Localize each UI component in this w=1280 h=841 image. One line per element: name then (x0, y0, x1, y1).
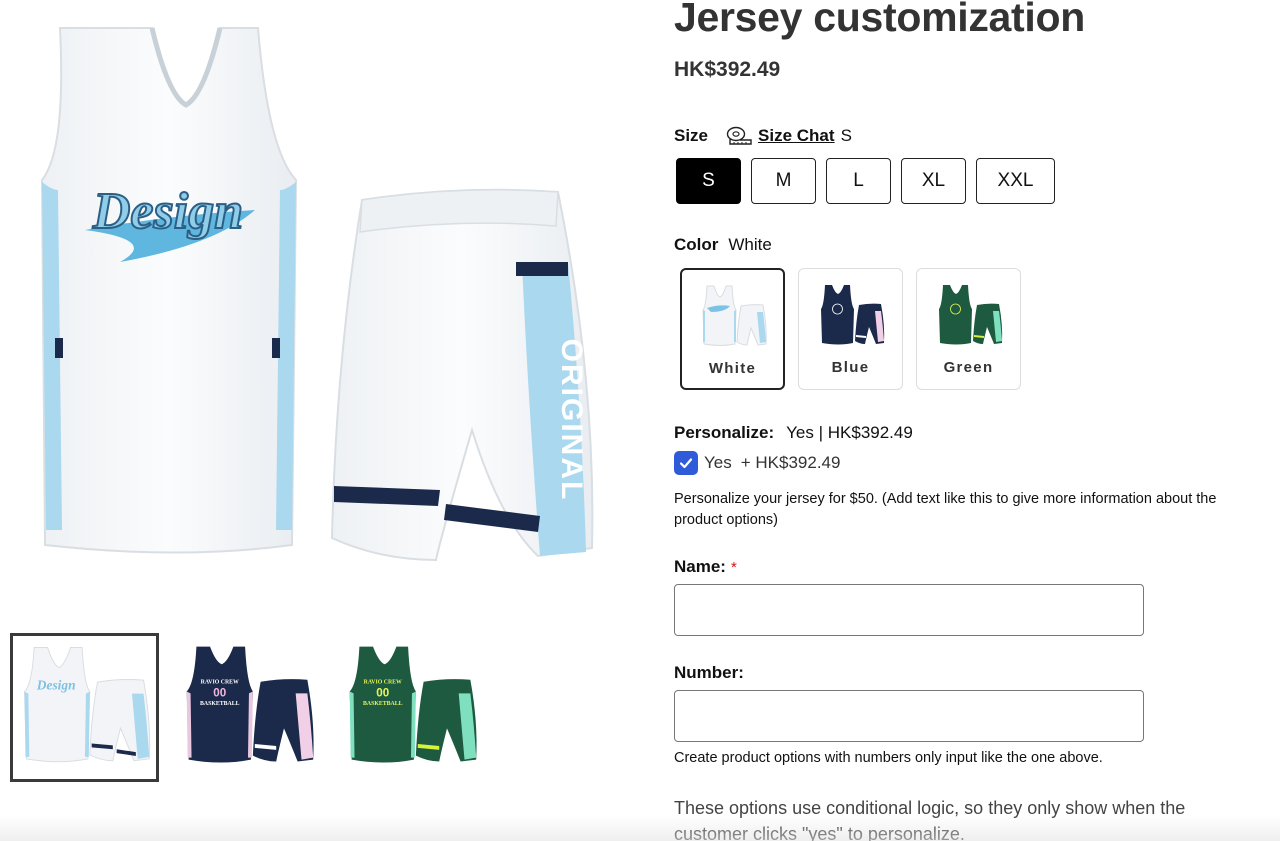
color-option-blue[interactable]: Blue (798, 268, 903, 390)
personalize-yes-option[interactable]: Yes + HK$392.49 (674, 451, 840, 475)
size-option-xl[interactable]: XL (901, 158, 966, 204)
thumbnail-green-image: RAVIO CREW 00 BASKETBALL (349, 646, 477, 763)
color-header: Color White (674, 235, 772, 255)
shorts-original-text: ORIGINAL (555, 339, 588, 502)
color-green-image (938, 285, 1002, 345)
size-option-l[interactable]: L (826, 158, 891, 204)
thumbnail-white-image: Design (24, 647, 151, 763)
color-white-image (701, 285, 767, 346)
thumbnail-blue-image: RAVIO CREW 00 BASKETBALL (186, 646, 314, 763)
personalize-label: Personalize: (674, 423, 775, 442)
size-chart-link[interactable]: Size Chat (758, 126, 835, 146)
size-option-s[interactable]: S (676, 158, 741, 204)
name-input[interactable] (674, 584, 1144, 636)
size-options: S M L XL XXL (676, 158, 1055, 204)
thumbnail-white[interactable]: Design (10, 633, 159, 782)
conditional-logic-note: These options use conditional logic, so … (674, 798, 1186, 841)
color-option-white[interactable]: White (680, 268, 785, 390)
tape-measure-icon (726, 126, 752, 145)
thumb-blue-number: 00 (213, 686, 226, 699)
size-label: Size (674, 126, 709, 145)
number-field-label: Number: (674, 663, 744, 682)
thumb-green-basketball-text: BASKETBALL (363, 701, 403, 707)
personalize-header: Personalize: Yes | HK$392.49 (674, 423, 913, 443)
personalize-yes-price: + HK$392.49 (740, 453, 841, 472)
color-option-green-label: Green (943, 359, 994, 376)
color-option-green[interactable]: Green (916, 268, 1021, 390)
size-option-xxl[interactable]: XXL (976, 158, 1055, 204)
color-label: Color (674, 235, 719, 254)
color-option-white-label: White (708, 360, 757, 377)
thumbnail-blue[interactable]: RAVIO CREW 00 BASKETBALL (173, 633, 322, 782)
name-field-label: Name: (674, 557, 726, 576)
thumb-design-text: Design (36, 678, 76, 693)
jersey-design-text: Design (92, 183, 243, 240)
thumb-green-number: 00 (376, 686, 389, 699)
thumbnail-strip: Design RAVIO CREW 00 BASKETBALL RAVIO CR… (10, 633, 485, 782)
size-header: Size Size Chat S (674, 126, 852, 146)
product-title: Jersey customization (674, 0, 1085, 40)
color-blue-image (820, 285, 884, 345)
number-input[interactable] (674, 690, 1144, 742)
size-selected-value: S (840, 126, 852, 145)
checkmark-icon (679, 458, 693, 469)
personalize-checkbox[interactable] (674, 451, 698, 475)
product-gallery: Design ORIGINAL Design RAVIO CREW 00 BAS… (0, 0, 640, 841)
thumb-green-crew-text: RAVIO CREW (364, 680, 402, 686)
thumbnail-green[interactable]: RAVIO CREW 00 BASKETBALL (336, 633, 485, 782)
color-option-blue-label: Blue (831, 359, 870, 376)
jersey-set-illustration: Design ORIGINAL (40, 27, 594, 562)
thumb-blue-basketball-text: BASKETBALL (200, 701, 240, 707)
personalize-value: Yes | HK$392.49 (786, 423, 913, 442)
product-price: HK$392.49 (674, 58, 781, 81)
size-chart-link-wrapper[interactable]: Size Chat (726, 126, 835, 146)
thumb-blue-crew-text: RAVIO CREW (201, 680, 239, 686)
size-option-m[interactable]: M (751, 158, 816, 204)
color-selected-value: White (728, 235, 772, 254)
name-field-label-row: Name: * (674, 557, 737, 577)
color-options: White Blue Green (680, 268, 1021, 390)
personalize-yes-label: Yes (704, 453, 732, 472)
main-product-image[interactable]: Design ORIGINAL (0, 0, 640, 600)
required-asterisk: * (730, 559, 737, 576)
personalize-description: Personalize your jersey for $50. (Add te… (674, 491, 1217, 528)
number-field-hint: Create product options with numbers only… (674, 750, 1103, 766)
